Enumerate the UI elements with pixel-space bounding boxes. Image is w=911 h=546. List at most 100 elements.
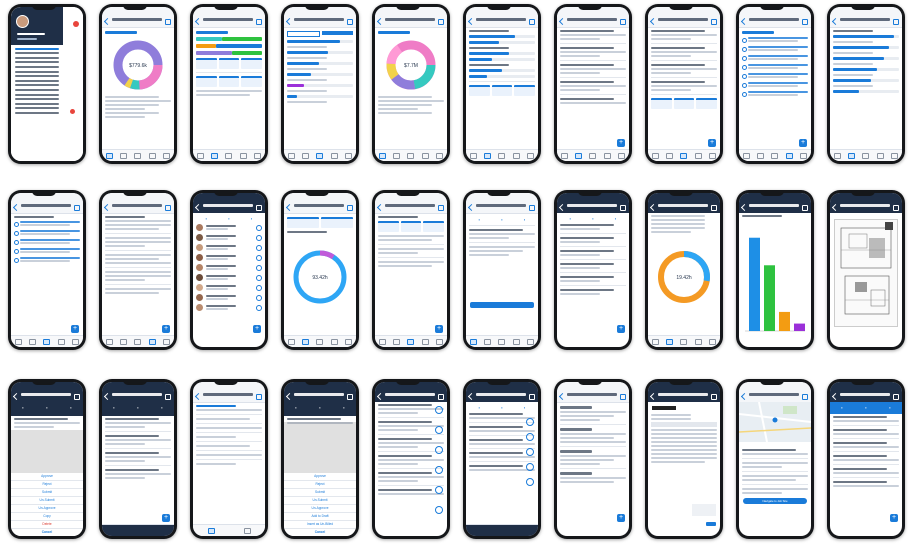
submit-action[interactable]: Submit <box>284 489 356 497</box>
back-chevron-icon[interactable] <box>194 17 203 26</box>
checkbox-icon[interactable] <box>742 92 747 97</box>
add-icon[interactable] <box>893 394 899 400</box>
back-chevron-icon[interactable] <box>649 17 658 26</box>
back-chevron-icon[interactable] <box>740 17 749 26</box>
add-button[interactable]: + <box>617 325 625 333</box>
status-circle-icon[interactable] <box>435 426 443 434</box>
back-chevron-icon[interactable] <box>831 203 840 212</box>
back-chevron-icon[interactable] <box>12 203 21 212</box>
add-button[interactable]: + <box>253 325 261 333</box>
user-avatar-icon[interactable] <box>16 15 29 28</box>
add-button[interactable]: + <box>71 325 79 333</box>
copy-action[interactable]: Copy <box>11 513 83 521</box>
checkbox-icon[interactable] <box>14 249 19 254</box>
pay-button[interactable] <box>706 522 716 526</box>
unapprove-action[interactable]: Un-Approve <box>284 505 356 513</box>
cancel-action[interactable]: Cancel <box>11 529 83 536</box>
back-chevron-icon[interactable] <box>194 203 203 212</box>
checkbox-icon[interactable] <box>742 65 747 70</box>
back-chevron-icon[interactable] <box>740 392 749 401</box>
back-chevron-icon[interactable] <box>467 17 476 26</box>
edit-icon[interactable] <box>711 19 717 25</box>
add-button[interactable]: + <box>708 139 716 147</box>
back-chevron-icon[interactable] <box>831 392 840 401</box>
edit-icon[interactable] <box>165 19 171 25</box>
edit-icon[interactable] <box>347 19 353 25</box>
reject-action[interactable]: Reject <box>284 481 356 489</box>
checkbox-icon[interactable] <box>14 240 19 245</box>
add-button[interactable]: + <box>162 325 170 333</box>
back-chevron-icon[interactable] <box>103 17 112 26</box>
search-icon[interactable] <box>711 205 717 211</box>
floor-plan-image[interactable] <box>834 219 898 327</box>
add-to-draft-action[interactable]: Add to Draft <box>284 513 356 521</box>
add-icon[interactable] <box>529 394 535 400</box>
share-icon[interactable] <box>893 205 899 211</box>
edit-icon[interactable] <box>802 19 808 25</box>
edit-icon[interactable] <box>529 205 535 211</box>
edit-icon[interactable] <box>438 205 444 211</box>
edit-icon[interactable] <box>529 19 535 25</box>
edit-icon[interactable] <box>620 19 626 25</box>
status-circle-icon[interactable] <box>526 463 534 471</box>
back-chevron-icon[interactable] <box>376 17 385 26</box>
edit-icon[interactable] <box>74 205 80 211</box>
back-chevron-icon[interactable] <box>376 203 385 212</box>
checkbox-icon[interactable] <box>14 258 19 263</box>
unapprove-action[interactable]: Un-Approve <box>11 505 83 513</box>
status-circle-icon[interactable] <box>526 448 534 456</box>
add-icon[interactable] <box>74 394 80 400</box>
checkbox-icon[interactable] <box>14 231 19 236</box>
search-icon[interactable] <box>256 205 262 211</box>
back-chevron-icon[interactable] <box>558 17 567 26</box>
status-circle-icon[interactable] <box>435 506 443 514</box>
back-chevron-icon[interactable] <box>285 203 294 212</box>
add-button[interactable]: + <box>435 325 443 333</box>
unsubmit-action[interactable]: Un-Submit <box>11 497 83 505</box>
status-circle-icon[interactable] <box>435 466 443 474</box>
map-view[interactable] <box>739 402 811 442</box>
checkbox-icon[interactable] <box>742 74 747 79</box>
date-range-bar[interactable] <box>102 524 174 536</box>
back-chevron-icon[interactable] <box>285 392 294 401</box>
back-chevron-icon[interactable] <box>649 392 658 401</box>
back-chevron-icon[interactable] <box>12 392 21 401</box>
edit-icon[interactable] <box>802 394 808 400</box>
status-circle-icon[interactable] <box>526 418 534 426</box>
back-chevron-icon[interactable] <box>285 17 294 26</box>
approve-action[interactable]: Approve <box>11 473 83 481</box>
primary-action-button[interactable] <box>470 302 534 308</box>
add-button[interactable]: + <box>617 139 625 147</box>
back-chevron-icon[interactable] <box>831 17 840 26</box>
back-chevron-icon[interactable] <box>558 392 567 401</box>
back-chevron-icon[interactable] <box>467 392 476 401</box>
add-button[interactable]: + <box>162 514 170 522</box>
add-button[interactable]: + <box>799 139 807 147</box>
submit-action[interactable]: Submit <box>11 489 83 497</box>
add-icon[interactable] <box>620 394 626 400</box>
back-chevron-icon[interactable] <box>649 203 658 212</box>
status-circle-icon[interactable] <box>435 486 443 494</box>
back-chevron-icon[interactable] <box>194 392 203 401</box>
checkbox-icon[interactable] <box>742 56 747 61</box>
edit-icon[interactable] <box>256 19 262 25</box>
add-button[interactable]: + <box>890 514 898 522</box>
reject-action[interactable]: Reject <box>11 481 83 489</box>
navigate-button[interactable]: Navigate to Job Site <box>743 498 807 504</box>
status-circle-icon[interactable] <box>526 433 534 441</box>
share-icon[interactable] <box>711 394 717 400</box>
status-circle-icon[interactable] <box>526 478 534 486</box>
back-chevron-icon[interactable] <box>103 392 112 401</box>
back-chevron-icon[interactable] <box>103 203 112 212</box>
back-chevron-icon[interactable] <box>558 203 567 212</box>
delete-action[interactable]: Delete <box>11 521 83 529</box>
share-icon[interactable] <box>802 205 808 211</box>
cancel-action[interactable]: Cancel <box>284 529 356 536</box>
date-range-bar[interactable] <box>466 524 538 536</box>
save-icon[interactable] <box>256 394 262 400</box>
checkbox-icon[interactable] <box>742 38 747 43</box>
search-icon[interactable] <box>620 205 626 211</box>
edit-icon[interactable] <box>165 205 171 211</box>
edit-icon[interactable] <box>893 19 899 25</box>
insert-unbilled-action[interactable]: Insert as Un-Billed <box>284 521 356 529</box>
